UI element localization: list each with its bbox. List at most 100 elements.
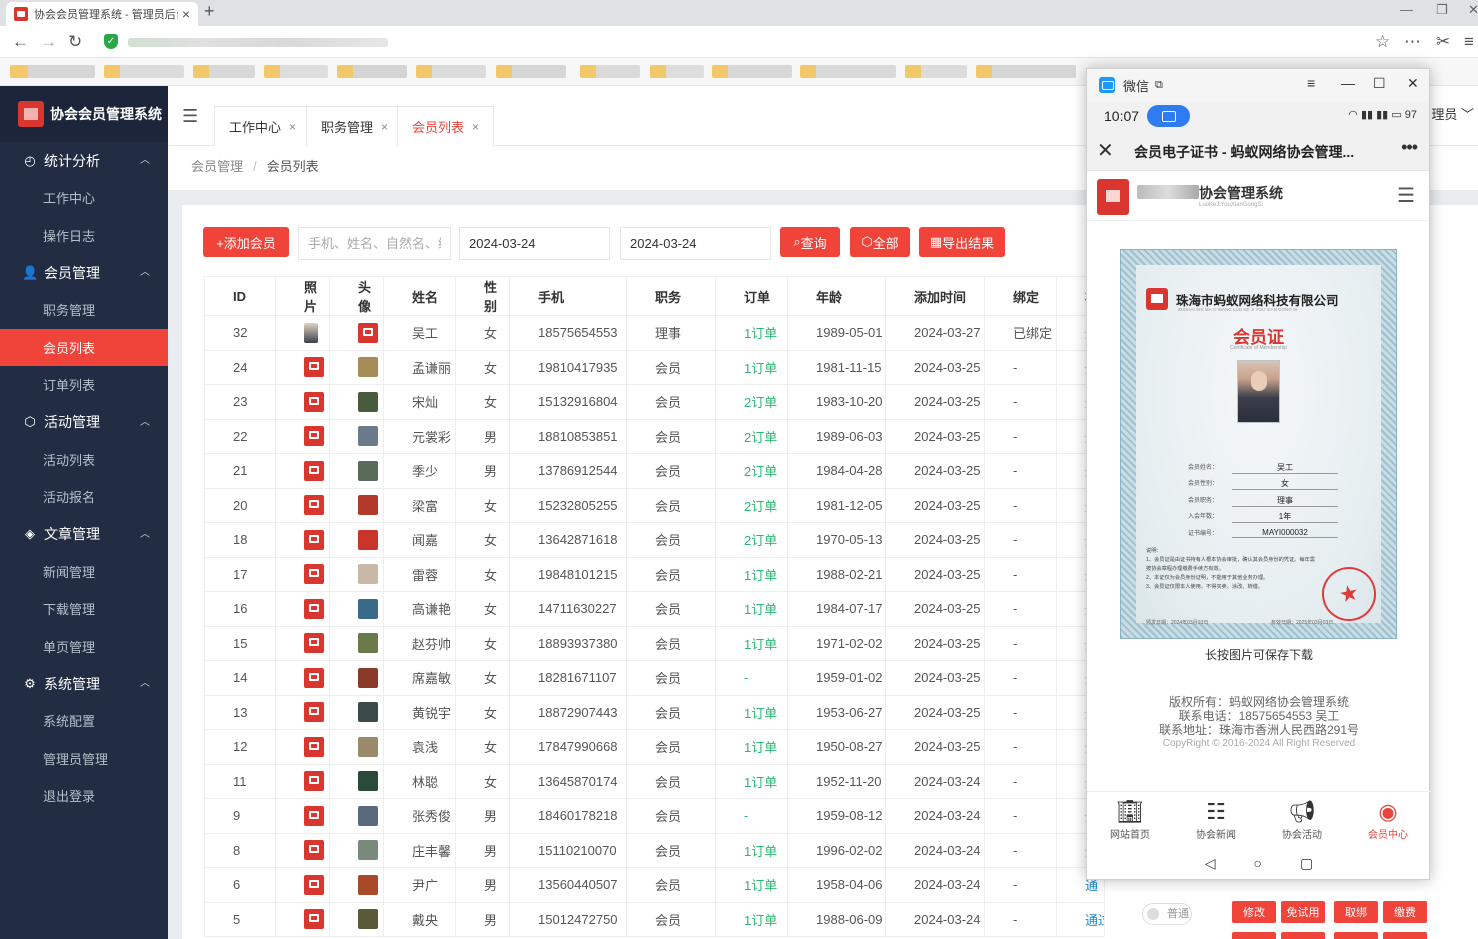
edit-button[interactable] — [1232, 932, 1276, 939]
close-tab-icon[interactable]: × — [381, 120, 388, 134]
export-button[interactable]: ▦ 导出结果 — [919, 227, 1005, 257]
default-photo-icon[interactable] — [304, 805, 324, 826]
member-avatar[interactable] — [358, 771, 378, 792]
pin-window-icon[interactable]: ⧉ — [1155, 79, 1163, 92]
bookmark-item[interactable] — [264, 65, 328, 78]
toggle-sidebar-icon[interactable]: ☰ — [182, 106, 198, 127]
default-photo-icon[interactable] — [304, 357, 324, 378]
member-photo[interactable] — [304, 322, 318, 343]
member-avatar[interactable] — [358, 702, 378, 723]
default-photo-icon[interactable] — [304, 426, 324, 447]
sidebar-group-stats[interactable]: ◴ 统计分析 ︿ — [0, 142, 168, 179]
tab-work-center[interactable]: 工作中心 × — [214, 106, 312, 146]
member-type-toggle[interactable]: 普通 — [1142, 903, 1192, 925]
sidebar-item-positions[interactable]: 职务管理 — [0, 291, 168, 329]
hamburger-menu-icon[interactable]: ☰ — [1397, 183, 1415, 208]
close-icon[interactable]: ✕ — [1097, 138, 1114, 163]
sidebar-item-work-center[interactable]: 工作中心 — [0, 179, 168, 217]
default-photo-icon[interactable] — [304, 460, 324, 481]
sidebar-item-orders[interactable]: 订单列表 — [0, 366, 168, 404]
default-photo-icon[interactable] — [304, 564, 324, 585]
nav-member-center[interactable]: ◉ 会员中心 — [1345, 792, 1431, 849]
default-photo-icon[interactable] — [304, 598, 324, 619]
restore-window-icon[interactable]: ❐ — [1436, 2, 1448, 18]
sidebar-group-members[interactable]: 👤 会员管理 ︿ — [0, 254, 168, 291]
cell-orders[interactable]: 2订单 — [715, 522, 788, 558]
sidebar-item-admins[interactable]: 管理员管理 — [0, 740, 168, 778]
new-tab-button[interactable]: + — [204, 1, 215, 22]
close-tab-icon[interactable]: × — [289, 120, 296, 134]
default-photo-icon[interactable] — [304, 771, 324, 792]
sidebar-item-single-pages[interactable]: 单页管理 — [0, 628, 168, 666]
scissors-icon[interactable]: ✂ — [1436, 32, 1450, 52]
more-icon[interactable]: ••• — [1401, 137, 1418, 158]
member-avatar[interactable] — [358, 736, 378, 757]
android-home-icon[interactable]: ○ — [1254, 855, 1262, 881]
cell-orders[interactable]: 1订单 — [715, 315, 788, 351]
col-id[interactable]: ID — [204, 276, 276, 316]
show-all-button[interactable]: ⬡ 全部 — [850, 227, 910, 257]
cell-orders[interactable]: 2订单 — [715, 384, 788, 420]
cell-orders[interactable]: 1订单 — [715, 867, 788, 903]
default-photo-icon[interactable] — [304, 529, 324, 550]
member-avatar[interactable] — [358, 529, 378, 550]
cell-orders[interactable]: 1订单 — [715, 625, 788, 661]
sidebar-item-logout[interactable]: 退出登录 — [0, 777, 168, 815]
sidebar-item-downloads[interactable]: 下载管理 — [0, 590, 168, 628]
bookmark-item[interactable] — [650, 65, 704, 78]
member-avatar[interactable] — [358, 357, 378, 378]
unbind-button[interactable] — [1334, 932, 1378, 939]
android-recents-icon[interactable]: ▢ — [1300, 855, 1313, 881]
member-avatar[interactable] — [358, 426, 378, 447]
close-tab-icon[interactable]: × — [472, 120, 479, 134]
tab-positions[interactable]: 职务管理 × — [306, 106, 404, 146]
breadcrumb-parent[interactable]: 会员管理 — [191, 159, 243, 174]
back-icon[interactable]: ← — [12, 32, 29, 52]
forward-icon[interactable]: → — [40, 32, 57, 52]
bookmark-item[interactable] — [337, 65, 407, 78]
default-photo-icon[interactable] — [304, 909, 324, 930]
cell-orders[interactable]: 1订单 — [715, 901, 788, 937]
nav-home[interactable]: 🏢︎ 网站首页 — [1087, 792, 1173, 849]
cell-orders[interactable]: 1订单 — [715, 729, 788, 765]
sidebar-group-system[interactable]: ⚙ 系统管理 ︿ — [0, 665, 168, 702]
bookmark-item[interactable] — [496, 65, 566, 78]
date-from-input[interactable] — [459, 227, 610, 260]
sidebar-item-operation-log[interactable]: 操作日志 — [0, 217, 168, 255]
bookmark-item[interactable] — [976, 65, 1076, 78]
cell-orders[interactable]: 2订单 — [715, 418, 788, 454]
cell-orders[interactable]: 1订单 — [715, 763, 788, 799]
default-photo-icon[interactable] — [304, 702, 324, 723]
wechat-maximize-icon[interactable]: ☐ — [1373, 75, 1386, 92]
member-avatar[interactable] — [358, 391, 378, 412]
security-shield-icon[interactable]: ✓ — [104, 34, 118, 49]
member-avatar[interactable] — [358, 909, 378, 930]
waive-trial-button[interactable] — [1281, 932, 1325, 939]
nav-activities[interactable]: 📢︎ 协会活动 — [1259, 792, 1345, 849]
date-to-input[interactable] — [620, 227, 771, 260]
unbind-button[interactable]: 取绑 — [1334, 901, 1378, 923]
member-avatar[interactable] — [358, 874, 378, 895]
tab-member-list[interactable]: 会员列表 × — [397, 106, 495, 146]
sidebar-item-activity-signup[interactable]: 活动报名 — [0, 478, 168, 516]
bookmark-item[interactable] — [905, 65, 967, 78]
more-options-icon[interactable]: ⋯ — [1404, 32, 1421, 52]
default-photo-icon[interactable] — [304, 874, 324, 895]
sidebar-item-news[interactable]: 新闻管理 — [0, 553, 168, 591]
member-certificate[interactable]: 珠海市蚂蚁网络科技有限公司 ZHUHAI SHI MA YI WANG LUO … — [1120, 249, 1397, 639]
default-photo-icon[interactable] — [304, 391, 324, 412]
wechat-close-icon[interactable]: ✕ — [1407, 75, 1419, 92]
bookmark-item[interactable] — [416, 65, 486, 78]
sidebar-item-system-config[interactable]: 系统配置 — [0, 702, 168, 740]
cell-orders[interactable]: - — [715, 660, 788, 696]
cell-orders[interactable]: 1订单 — [715, 556, 788, 592]
default-photo-icon[interactable] — [304, 840, 324, 861]
admin-menu[interactable]: 理员 ﹀ — [1431, 104, 1474, 123]
wechat-menu-icon[interactable]: ≡ — [1307, 75, 1315, 91]
fee-button[interactable]: 缴费 — [1383, 901, 1427, 923]
bookmark-item[interactable] — [712, 65, 792, 78]
default-photo-icon[interactable] — [304, 736, 324, 757]
add-member-button[interactable]: +添加会员 — [203, 227, 289, 257]
close-tab-icon[interactable]: × — [182, 6, 190, 22]
menu-icon[interactable]: ≡ — [1464, 32, 1474, 52]
